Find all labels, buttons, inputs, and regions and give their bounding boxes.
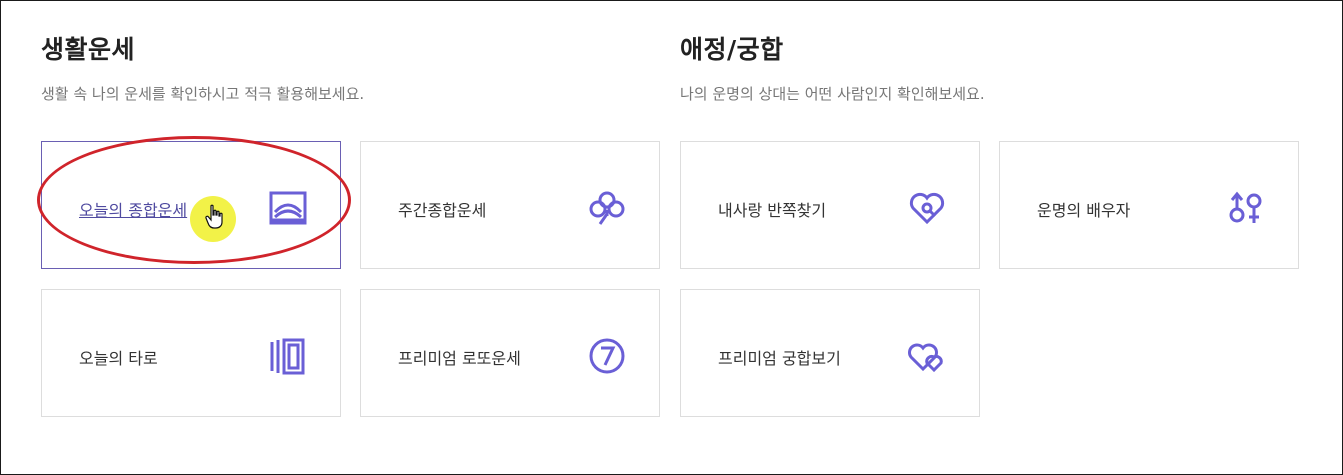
heart-search-icon <box>907 188 947 228</box>
card-premium-lotto[interactable]: 프리미엄 로또운세 <box>360 289 660 417</box>
card-destined-spouse[interactable]: 운명의 배우자 <box>999 141 1299 269</box>
card-label: 내사랑 반쪽찾기 <box>718 201 827 220</box>
card-today-tarot[interactable]: 오늘의 타로 <box>41 289 341 417</box>
clover-icon <box>587 188 627 228</box>
card-label: 프리미엄 궁합보기 <box>718 349 841 368</box>
fortune-section-title: 생활운세 <box>41 35 136 64</box>
card-today-fortune[interactable]: 오늘의 종합운세 <box>41 141 341 269</box>
card-label: 프리미엄 로또운세 <box>398 349 521 368</box>
card-premium-compatibility[interactable]: 프리미엄 궁합보기 <box>680 289 980 417</box>
hand-cursor-icon <box>204 204 226 230</box>
love-section-description: 나의 운명의 상대는 어떤 사람인지 확인해보세요. <box>680 85 985 103</box>
sunrise-frame-icon <box>268 188 308 228</box>
card-weekly-fortune[interactable]: 주간종합운세 <box>360 141 660 269</box>
double-heart-icon <box>907 336 947 376</box>
card-label: 오늘의 타로 <box>79 349 158 368</box>
tarot-cards-icon <box>268 336 308 376</box>
love-section-title: 애정/궁합 <box>680 35 784 64</box>
card-label: 주간종합운세 <box>398 201 487 220</box>
fortune-section-description: 생활 속 나의 운세를 확인하시고 적극 활용해보세요. <box>41 85 365 103</box>
card-label: 운명의 배우자 <box>1037 201 1131 220</box>
card-find-soulmate[interactable]: 내사랑 반쪽찾기 <box>680 141 980 269</box>
number-seven-circle-icon <box>587 336 627 376</box>
gender-symbols-icon <box>1226 188 1266 228</box>
card-label: 오늘의 종합운세 <box>79 201 188 220</box>
